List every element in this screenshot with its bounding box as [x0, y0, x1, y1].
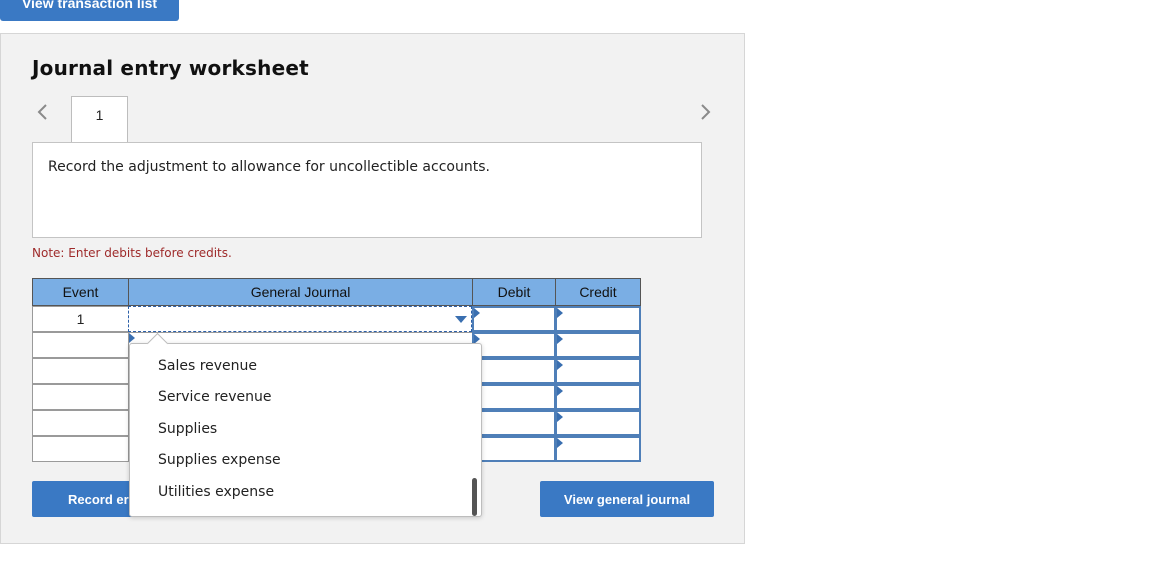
event-cell[interactable] [32, 332, 129, 358]
dropdown-option[interactable]: Utilities expense [158, 484, 274, 500]
debit-input[interactable] [472, 436, 556, 462]
credit-input[interactable] [555, 332, 641, 358]
tab-entry-1[interactable]: 1 [71, 96, 128, 144]
view-general-journal-button[interactable]: View general journal [540, 481, 714, 517]
chevron-left-icon[interactable] [34, 101, 52, 123]
note-text: Note: Enter debits before credits. [32, 246, 232, 260]
instruction-text: Record the adjustment to allowance for u… [48, 159, 490, 175]
dropdown-option[interactable]: Supplies [158, 421, 217, 437]
debit-input[interactable] [472, 384, 556, 410]
event-cell[interactable] [32, 358, 129, 384]
debit-input[interactable] [472, 332, 556, 358]
credit-input[interactable] [555, 384, 641, 410]
caret-down-icon[interactable] [455, 316, 467, 323]
event-cell[interactable] [32, 410, 129, 436]
header-general-journal: General Journal [128, 278, 473, 306]
record-entry-button[interactable]: Record er [32, 481, 142, 517]
event-cell[interactable]: 1 [32, 306, 129, 332]
header-credit: Credit [555, 278, 641, 306]
dropdown-scrollbar[interactable] [472, 478, 477, 516]
header-event: Event [32, 278, 129, 306]
chevron-right-icon[interactable] [696, 101, 714, 123]
dropdown-option[interactable]: Supplies expense [158, 452, 281, 468]
header-debit: Debit [472, 278, 556, 306]
page-title: Journal entry worksheet [32, 56, 309, 80]
dropdown-option[interactable]: Sales revenue [158, 358, 257, 374]
credit-input[interactable] [555, 306, 641, 332]
instruction-box: Record the adjustment to allowance for u… [32, 142, 702, 238]
account-select[interactable] [128, 306, 472, 332]
dropdown-option[interactable]: Service revenue [158, 389, 272, 405]
credit-input[interactable] [555, 436, 641, 462]
credit-input[interactable] [555, 410, 641, 436]
debit-input[interactable] [472, 358, 556, 384]
event-cell[interactable] [32, 384, 129, 410]
debit-input[interactable] [472, 410, 556, 436]
view-transaction-list-button[interactable]: View transaction list [0, 0, 179, 21]
event-cell[interactable] [32, 436, 129, 462]
credit-input[interactable] [555, 358, 641, 384]
account-dropdown[interactable]: Sales revenue Service revenue Supplies S… [129, 332, 482, 517]
debit-input[interactable] [472, 306, 556, 332]
